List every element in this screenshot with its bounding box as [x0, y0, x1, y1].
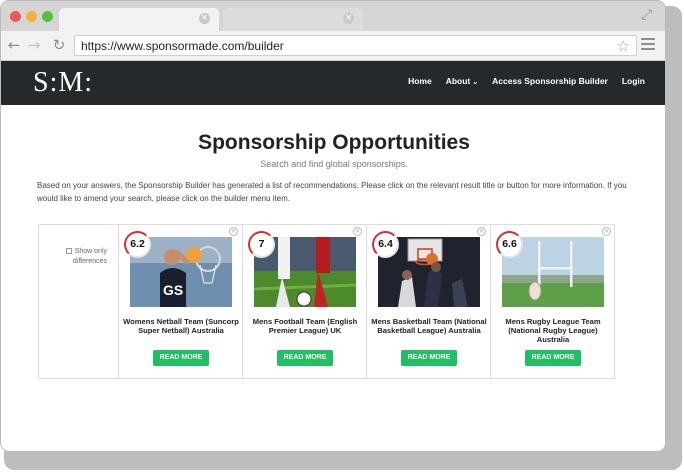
score-badge: 6.6	[496, 231, 523, 258]
read-more-button[interactable]: READ MORE	[525, 350, 581, 366]
nav-home[interactable]: Home	[408, 76, 432, 86]
read-more-button[interactable]: READ MORE	[401, 350, 457, 366]
result-card: 6.4 × Mens Basketball Team (National Bas…	[367, 225, 491, 378]
bookmark-star-icon[interactable]: ☆	[617, 37, 630, 55]
url-text[interactable]: https://www.sponsormade.com/builder	[81, 39, 284, 53]
site-logo[interactable]: S:M:	[33, 67, 93, 99]
intro-text: Based on your answers, the Sponsorship B…	[37, 181, 627, 203]
address-bar[interactable]: https://www.sponsormade.com/builder ☆	[74, 35, 637, 56]
expand-icon[interactable]: ⤢	[641, 8, 655, 22]
maximize-window-button[interactable]	[42, 11, 53, 22]
back-arrow-icon[interactable]: ←	[6, 37, 22, 53]
forward-arrow-icon[interactable]: →	[26, 37, 42, 53]
browser-window: × × ⤢ ← → ↻ https://www.sponsormade.com/…	[0, 0, 666, 452]
remove-result-icon[interactable]: ×	[477, 227, 486, 236]
nav-about-label: About	[445, 76, 471, 86]
page-viewport: S:M: Home About ⌄ Access Sponsorship Buil…	[1, 61, 665, 451]
browser-tab-active[interactable]: ×	[59, 8, 219, 31]
nav-links: Home About ⌄ Access Sponsorship Builder L…	[394, 76, 645, 86]
remove-result-icon[interactable]: ×	[353, 227, 362, 236]
browser-toolbar: ← → ↻ https://www.sponsormade.com/builde…	[1, 31, 665, 61]
browser-tab-inactive[interactable]: ×	[223, 8, 363, 31]
result-title[interactable]: Mens Football Team (English Premier Leag…	[247, 317, 363, 335]
nav-login[interactable]: Login	[622, 76, 645, 86]
page-title: Sponsorship Opportunities	[198, 131, 470, 154]
score-badge: 6.4	[372, 231, 399, 258]
site-navbar: S:M: Home About ⌄ Access Sponsorship Buil…	[1, 61, 665, 105]
read-more-button[interactable]: READ MORE	[153, 350, 209, 366]
nav-about[interactable]: About ⌄	[446, 76, 478, 86]
title-bar: × × ⤢	[1, 1, 665, 31]
page-subtitle: Search and find global sponsorships.	[260, 159, 408, 169]
score-badge: 7	[248, 231, 275, 258]
remove-result-icon[interactable]: ×	[229, 227, 238, 236]
result-title[interactable]: Mens Rugby League Team (National Rugby L…	[495, 317, 611, 344]
remove-result-icon[interactable]: ×	[602, 227, 611, 236]
result-title[interactable]: Womens Netball Team (Suncorp Super Netba…	[123, 317, 239, 335]
result-card: 6.6 × Mens Rugby League Team (National R…	[491, 225, 615, 378]
chevron-down-icon: ⌄	[472, 79, 479, 86]
result-title[interactable]: Mens Basketball Team (National Basketbal…	[371, 317, 487, 335]
result-card: GS 6.2 × Womens Netball Team (Suncorp Su…	[119, 225, 243, 378]
minimize-window-button[interactable]	[26, 11, 37, 22]
read-more-button[interactable]: READ MORE	[277, 350, 333, 366]
score-badge: 6.2	[124, 231, 151, 258]
reload-icon[interactable]: ↻	[51, 37, 67, 53]
show-differences-label[interactable]: Show only differences	[65, 247, 107, 267]
result-card: 7 × Mens Football Team (English Premier …	[243, 225, 367, 378]
tab-close-icon[interactable]: ×	[343, 13, 354, 24]
hamburger-menu-icon[interactable]	[641, 38, 655, 50]
nav-sponsorship-builder[interactable]: Access Sponsorship Builder	[492, 76, 608, 86]
svg-text:GS: GS	[163, 282, 183, 298]
filter-column: Show only differences	[39, 225, 119, 378]
close-window-button[interactable]	[10, 11, 21, 22]
tab-close-icon[interactable]: ×	[199, 13, 210, 24]
results-panel: Show only differences GS 6.2 × Womens Ne…	[38, 224, 615, 379]
